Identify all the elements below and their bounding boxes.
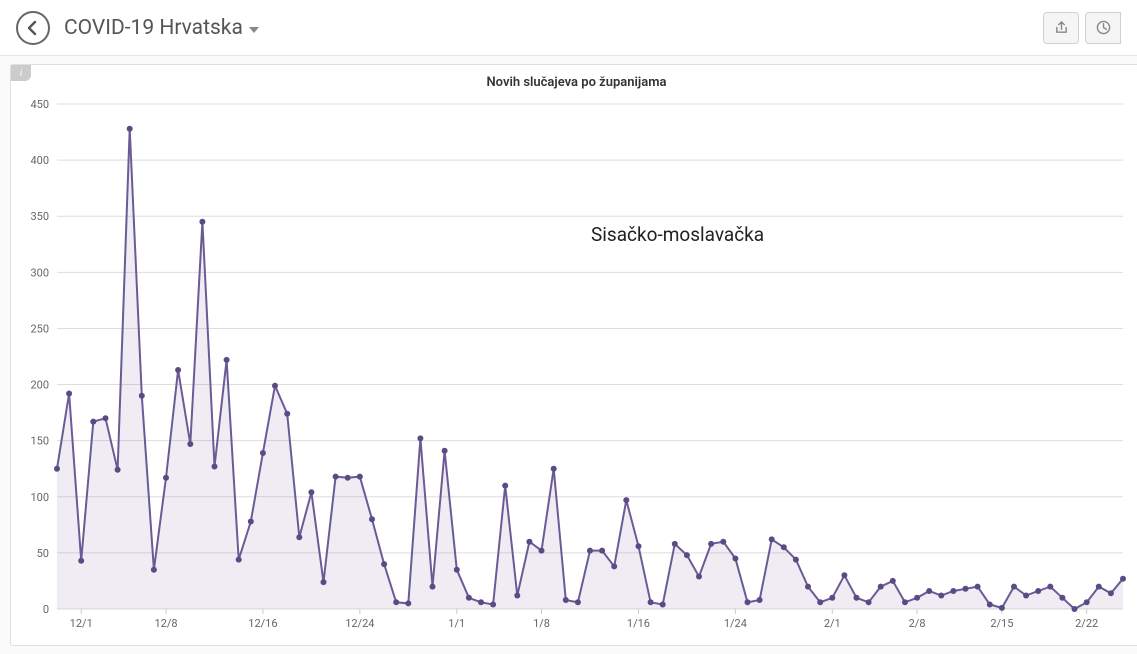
caret-down-icon [249,18,259,37]
arrow-left-icon [25,20,41,36]
svg-text:250: 250 [30,322,49,335]
svg-text:1/16: 1/16 [627,617,650,630]
svg-text:12/24: 12/24 [345,617,374,630]
svg-text:350: 350 [30,210,49,223]
dashboard-title-dropdown[interactable]: COVID-19 Hrvatska [64,16,259,40]
dashboard-title: COVID-19 Hrvatska [64,16,243,40]
svg-text:1/8: 1/8 [533,617,550,630]
panel-info-button[interactable]: i [11,65,31,81]
share-icon [1054,20,1069,35]
svg-text:0: 0 [43,603,49,616]
svg-text:150: 150 [30,435,49,448]
header-bar: COVID-19 Hrvatska [0,0,1137,56]
share-button[interactable] [1043,12,1079,44]
svg-text:12/1: 12/1 [70,617,93,630]
svg-text:300: 300 [30,266,49,279]
header-actions [1043,12,1121,44]
svg-text:400: 400 [30,154,49,167]
svg-text:200: 200 [30,379,49,392]
time-button[interactable] [1085,12,1121,44]
svg-text:2/1: 2/1 [824,617,841,630]
clock-icon [1096,20,1111,35]
back-button[interactable] [16,11,50,45]
svg-text:100: 100 [30,491,49,504]
svg-text:12/16: 12/16 [248,617,277,630]
svg-text:2/8: 2/8 [909,617,926,630]
chart-panel: i Novih slučajeva po županijama Sisačko-… [10,64,1137,646]
svg-text:1/24: 1/24 [724,617,747,630]
chart-title: Novih slučajeva po županijama [11,65,1137,94]
chart-area[interactable]: 0 50 100 150 200 250 300 350 400 450 12/1 12/8 12/16… [11,94,1131,639]
svg-text:12/8: 12/8 [154,617,177,630]
svg-text:1/1: 1/1 [448,617,465,630]
svg-text:2/15: 2/15 [990,617,1013,630]
svg-text:450: 450 [30,98,49,111]
svg-text:2/22: 2/22 [1075,617,1098,630]
svg-text:50: 50 [37,547,49,560]
